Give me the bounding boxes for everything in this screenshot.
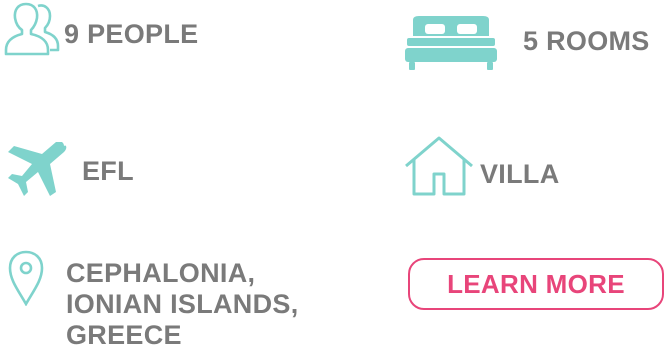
location-feature: CEPHALONIA, IONIAN ISLANDS, GREECE xyxy=(8,250,346,351)
airport-feature: EFL xyxy=(4,142,134,198)
villa-label: VILLA xyxy=(480,158,560,189)
people-icon xyxy=(4,0,60,58)
map-pin-icon xyxy=(8,250,44,306)
people-feature: 9 PEOPLE xyxy=(4,0,198,58)
villa-feature: VILLA xyxy=(404,136,560,196)
airplane-icon xyxy=(4,142,68,198)
airport-label: EFL xyxy=(82,155,134,186)
rooms-label: 5 ROOMS xyxy=(523,25,650,56)
rooms-feature: 5 ROOMS xyxy=(405,16,650,72)
learn-more-button[interactable]: LEARN MORE xyxy=(408,258,664,310)
house-icon xyxy=(404,136,474,196)
location-label: CEPHALONIA, IONIAN ISLANDS, GREECE xyxy=(66,258,299,350)
people-label: 9 PEOPLE xyxy=(64,18,199,49)
bed-icon xyxy=(405,16,497,72)
